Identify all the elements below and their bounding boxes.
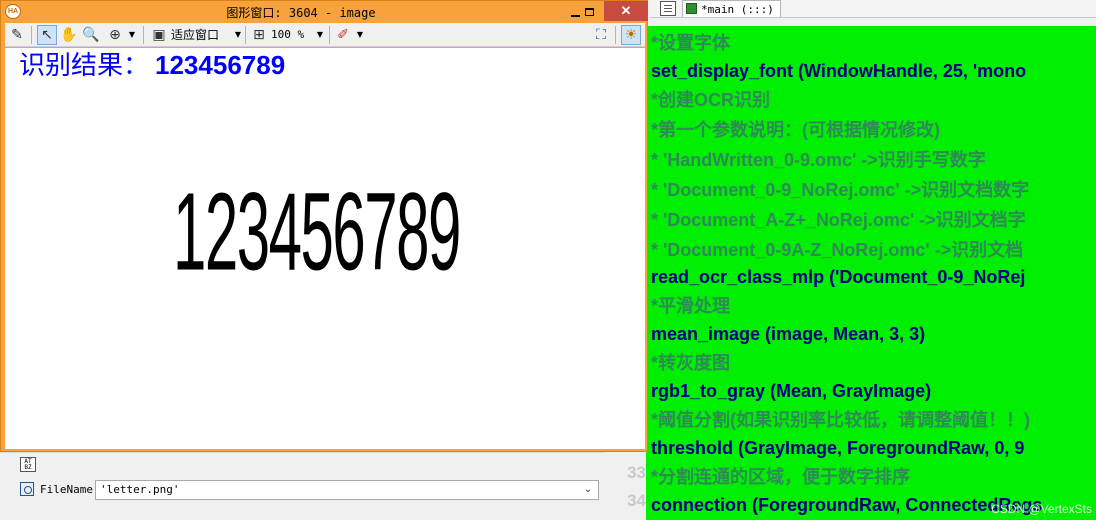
- pointer-tool-icon[interactable]: ↖: [37, 25, 57, 45]
- code-line[interactable]: rgb1_to_gray (Mean, GrayImage): [651, 377, 931, 405]
- halcon-app-icon: HA: [5, 4, 21, 19]
- graphics-toolbar: ✎ ↖ ✋ 🔍 ⊕ ▼ ▣ 适应窗口 ▼ ⊞ 100 % ▼ ✐ ▼ ⛶ ☀: [5, 23, 645, 47]
- code-line[interactable]: * 'HandWritten_0-9.omc' ->识别手写数字: [651, 146, 986, 174]
- file-name-value: 'letter.png': [100, 483, 180, 496]
- zoom-in-icon[interactable]: ⊕: [105, 25, 125, 45]
- line-number: 33: [627, 463, 646, 482]
- parameter-type-icon: AT BZ: [20, 457, 36, 472]
- pan-hand-icon[interactable]: ✋: [59, 25, 79, 45]
- ocr-result-text: 识别结果： 123456789: [19, 48, 285, 82]
- close-icon: ✕: [620, 3, 632, 18]
- code-line[interactable]: *创建OCR识别: [651, 86, 770, 114]
- file-name-icon: [20, 482, 34, 496]
- pixel-info-icon[interactable]: ⛶: [591, 25, 611, 45]
- image-canvas[interactable]: 识别结果： 123456789 123456789: [5, 48, 645, 449]
- file-name-label: FileName: [40, 483, 93, 496]
- code-line[interactable]: * 'Document_0-9_NoRej.omc' ->识别文档数字: [651, 176, 1029, 204]
- editor-tab-bar: *main (:::): [650, 0, 1096, 18]
- zoom-level-icon[interactable]: ⊞: [249, 25, 269, 45]
- toolbar-divider: [31, 26, 32, 44]
- watermark: CSDN @VertexSts: [991, 502, 1092, 516]
- tab-main-label: *main (:::): [701, 3, 774, 16]
- code-line[interactable]: * 'Document_A-Z+_NoRej.omc' ->识别文档字: [651, 206, 1026, 234]
- code-line[interactable]: set_display_font (WindowHandle, 25, 'mon…: [651, 57, 1026, 85]
- fit-window-icon[interactable]: ▣: [149, 25, 169, 45]
- fit-window-label[interactable]: 适应窗口: [171, 26, 219, 44]
- graphics-window: HA 图形窗口: 3604 - image ✕ ✎ ↖ ✋ 🔍 ⊕ ▼ ▣ 适应…: [0, 0, 648, 452]
- code-line[interactable]: read_ocr_class_mlp ('Document_0-9_NoRej: [651, 263, 1025, 291]
- chevron-down-icon[interactable]: ▼: [127, 26, 137, 44]
- code-line[interactable]: threshold (GrayImage, ForegroundRaw, 0, …: [651, 434, 1024, 462]
- edit-pen-icon[interactable]: ✎: [7, 25, 27, 45]
- code-line[interactable]: *阈值分割(如果识别率比较低，请调整阈值！！): [651, 406, 1030, 434]
- operator-parameter-panel: AT BZ FileName 'letter.png' ⌄: [0, 452, 604, 520]
- code-line[interactable]: * 'Document_0-9A-Z_NoRej.omc' ->识别文档: [651, 236, 1023, 264]
- image-digits: 123456789: [173, 170, 461, 294]
- code-line[interactable]: connection (ForegroundRaw, ConnectedRegs: [651, 491, 1042, 519]
- code-line[interactable]: *平滑处理: [651, 292, 730, 320]
- chevron-down-icon[interactable]: ▼: [355, 26, 365, 44]
- toolbar-divider: [245, 26, 246, 44]
- toolbar-divider: [143, 26, 144, 44]
- zoom-level-value[interactable]: 100 %: [271, 26, 304, 44]
- window-title: 图形窗口: 3604 - image: [226, 6, 376, 20]
- toolbar-divider: [615, 26, 616, 44]
- magnifier-icon[interactable]: 🔍: [81, 25, 101, 45]
- graphics-window-titlebar[interactable]: HA 图形窗口: 3604 - image ✕: [1, 1, 648, 22]
- program-editor: *main (:::) 33 34 *设置字体 set_display_font…: [604, 0, 1096, 520]
- editor-list-icon[interactable]: [660, 1, 676, 16]
- chevron-down-icon[interactable]: ⌄: [580, 481, 596, 499]
- code-line[interactable]: *分割连通的区域，便于数字排序: [651, 463, 910, 491]
- code-area[interactable]: *设置字体 set_display_font (WindowHandle, 25…: [646, 26, 1096, 520]
- code-line[interactable]: mean_image (image, Mean, 3, 3): [651, 320, 925, 348]
- maximize-icon: [584, 7, 594, 16]
- toolbar-divider: [329, 26, 330, 44]
- code-line[interactable]: *设置字体: [651, 29, 730, 57]
- ocr-result-label: 识别结果：: [19, 51, 150, 81]
- tab-main[interactable]: *main (:::): [682, 0, 781, 17]
- settings-sun-icon[interactable]: ☀: [621, 25, 641, 45]
- line-number: 34: [627, 491, 646, 510]
- close-button[interactable]: ✕: [604, 1, 648, 21]
- procedure-icon: [686, 3, 697, 14]
- ocr-result-value: 123456789: [155, 50, 286, 80]
- chevron-down-icon[interactable]: ▼: [233, 26, 243, 44]
- code-line[interactable]: *转灰度图: [651, 349, 730, 377]
- maximize-button[interactable]: [577, 1, 601, 21]
- file-name-field[interactable]: 'letter.png' ⌄: [95, 480, 599, 500]
- code-line[interactable]: *第一个参数说明：(可根据情况修改): [651, 116, 940, 144]
- paint-color-icon[interactable]: ✐: [333, 25, 353, 45]
- chevron-down-icon[interactable]: ▼: [315, 26, 325, 44]
